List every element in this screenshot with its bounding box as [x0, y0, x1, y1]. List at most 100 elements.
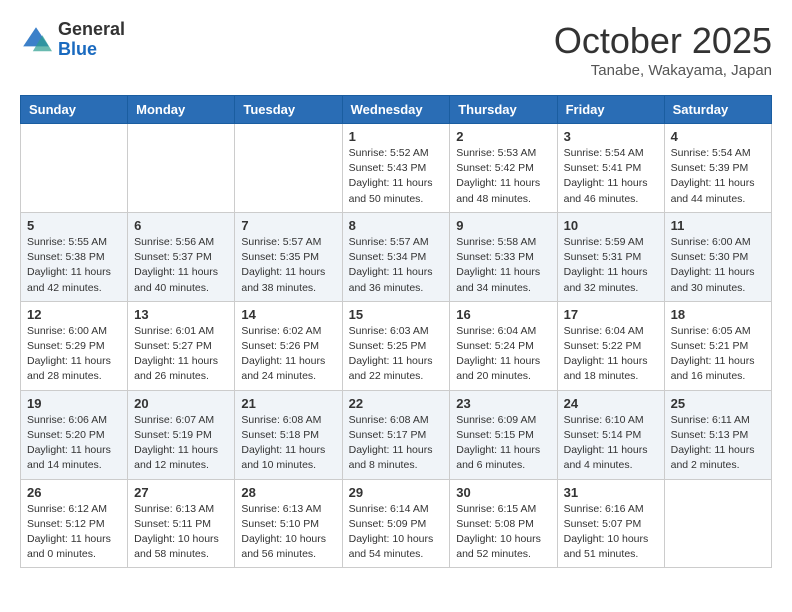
- col-header-saturday: Saturday: [664, 96, 771, 124]
- day-info: Sunrise: 6:09 AMSunset: 5:15 PMDaylight:…: [456, 413, 550, 474]
- calendar-cell: 22 Sunrise: 6:08 AMSunset: 5:17 PMDayligh…: [342, 390, 450, 479]
- calendar-cell: 7 Sunrise: 5:57 AMSunset: 5:35 PMDaylight…: [235, 212, 342, 301]
- day-info: Sunrise: 6:00 AMSunset: 5:30 PMDaylight:…: [671, 235, 765, 296]
- day-number: 29: [349, 485, 444, 500]
- day-info: Sunrise: 5:52 AMSunset: 5:43 PMDaylight:…: [349, 146, 444, 207]
- calendar-cell: 24 Sunrise: 6:10 AMSunset: 5:14 PMDayligh…: [557, 390, 664, 479]
- day-number: 30: [456, 485, 550, 500]
- day-number: 6: [134, 218, 228, 233]
- day-info: Sunrise: 6:13 AMSunset: 5:10 PMDaylight:…: [241, 502, 335, 563]
- calendar-cell: 1 Sunrise: 5:52 AMSunset: 5:43 PMDaylight…: [342, 124, 450, 213]
- col-header-wednesday: Wednesday: [342, 96, 450, 124]
- calendar-week-row: 1 Sunrise: 5:52 AMSunset: 5:43 PMDaylight…: [21, 124, 772, 213]
- calendar-cell: 15Sunrise: 6:03 AMSunset: 5:25 PMDayligh…: [342, 301, 450, 390]
- calendar-cell: 2 Sunrise: 5:53 AMSunset: 5:42 PMDaylight…: [450, 124, 557, 213]
- logo: General Blue: [20, 20, 125, 60]
- day-info: Sunrise: 6:08 AMSunset: 5:18 PMDaylight:…: [241, 413, 335, 474]
- calendar-cell: 10 Sunrise: 5:59 AMSunset: 5:31 PMDayligh…: [557, 212, 664, 301]
- col-header-tuesday: Tuesday: [235, 96, 342, 124]
- calendar-cell: 9 Sunrise: 5:58 AMSunset: 5:33 PMDaylight…: [450, 212, 557, 301]
- calendar-cell: 29 Sunrise: 6:14 AMSunset: 5:09 PMDayligh…: [342, 479, 450, 568]
- day-info: Sunrise: 6:01 AMSunset: 5:27 PMDaylight:…: [134, 324, 228, 385]
- day-info: Sunrise: 6:05 AMSunset: 5:21 PMDaylight:…: [671, 324, 765, 385]
- col-header-monday: Monday: [128, 96, 235, 124]
- day-info: Sunrise: 5:53 AMSunset: 5:42 PMDaylight:…: [456, 146, 550, 207]
- day-number: 25: [671, 396, 765, 411]
- day-info: Sunrise: 5:58 AMSunset: 5:33 PMDaylight:…: [456, 235, 550, 296]
- day-number: 18: [671, 307, 765, 322]
- day-number: 26: [27, 485, 121, 500]
- day-number: 3: [564, 129, 658, 144]
- day-number: 31: [564, 485, 658, 500]
- day-number: 27: [134, 485, 228, 500]
- day-number: 21: [241, 396, 335, 411]
- day-number: 7: [241, 218, 335, 233]
- day-number: 9: [456, 218, 550, 233]
- day-info: Sunrise: 6:14 AMSunset: 5:09 PMDaylight:…: [349, 502, 444, 563]
- day-number: 10: [564, 218, 658, 233]
- title-block: October 2025 Tanabe, Wakayama, Japan: [554, 20, 772, 79]
- day-number: 4: [671, 129, 765, 144]
- day-info: Sunrise: 6:13 AMSunset: 5:11 PMDaylight:…: [134, 502, 228, 563]
- day-info: Sunrise: 5:57 AMSunset: 5:35 PMDaylight:…: [241, 235, 335, 296]
- calendar-cell: 11Sunrise: 6:00 AMSunset: 5:30 PMDayligh…: [664, 212, 771, 301]
- col-header-sunday: Sunday: [21, 96, 128, 124]
- day-number: 17: [564, 307, 658, 322]
- page-header: General Blue October 2025 Tanabe, Wakaya…: [20, 20, 772, 79]
- day-number: 22: [349, 396, 444, 411]
- calendar-cell: 18 Sunrise: 6:05 AMSunset: 5:21 PMDayligh…: [664, 301, 771, 390]
- day-number: 5: [27, 218, 121, 233]
- location: Tanabe, Wakayama, Japan: [554, 62, 772, 79]
- day-info: Sunrise: 6:16 AMSunset: 5:07 PMDaylight:…: [564, 502, 658, 563]
- day-number: 16: [456, 307, 550, 322]
- calendar-cell: [235, 124, 342, 213]
- day-info: Sunrise: 6:02 AMSunset: 5:26 PMDaylight:…: [241, 324, 335, 385]
- logo-blue: Blue: [58, 40, 125, 60]
- calendar-cell: 31 Sunrise: 6:16 AMSunset: 5:07 PMDayligh…: [557, 479, 664, 568]
- logo-general: General: [58, 20, 125, 40]
- calendar-cell: 3Sunrise: 5:54 AMSunset: 5:41 PMDaylight…: [557, 124, 664, 213]
- calendar-cell: 21 Sunrise: 6:08 AMSunset: 5:18 PMDayligh…: [235, 390, 342, 479]
- calendar-cell: 23 Sunrise: 6:09 AMSunset: 5:15 PMDayligh…: [450, 390, 557, 479]
- calendar-cell: 5 Sunrise: 5:55 AMSunset: 5:38 PMDaylight…: [21, 212, 128, 301]
- calendar-table: SundayMondayTuesdayWednesdayThursdayFrid…: [20, 95, 772, 568]
- day-info: Sunrise: 6:11 AMSunset: 5:13 PMDaylight:…: [671, 413, 765, 474]
- day-info: Sunrise: 6:04 AMSunset: 5:22 PMDaylight:…: [564, 324, 658, 385]
- day-info: Sunrise: 6:00 AMSunset: 5:29 PMDaylight:…: [27, 324, 121, 385]
- day-number: 19: [27, 396, 121, 411]
- calendar-cell: 19 Sunrise: 6:06 AMSunset: 5:20 PMDayligh…: [21, 390, 128, 479]
- day-info: Sunrise: 5:55 AMSunset: 5:38 PMDaylight:…: [27, 235, 121, 296]
- calendar-week-row: 5 Sunrise: 5:55 AMSunset: 5:38 PMDaylight…: [21, 212, 772, 301]
- logo-icon: [20, 24, 52, 56]
- calendar-cell: 13 Sunrise: 6:01 AMSunset: 5:27 PMDayligh…: [128, 301, 235, 390]
- col-header-friday: Friday: [557, 96, 664, 124]
- day-number: 8: [349, 218, 444, 233]
- day-number: 24: [564, 396, 658, 411]
- day-info: Sunrise: 5:59 AMSunset: 5:31 PMDaylight:…: [564, 235, 658, 296]
- calendar-cell: 30 Sunrise: 6:15 AMSunset: 5:08 PMDayligh…: [450, 479, 557, 568]
- calendar-week-row: 26Sunrise: 6:12 AMSunset: 5:12 PMDayligh…: [21, 479, 772, 568]
- day-info: Sunrise: 6:08 AMSunset: 5:17 PMDaylight:…: [349, 413, 444, 474]
- day-info: Sunrise: 6:04 AMSunset: 5:24 PMDaylight:…: [456, 324, 550, 385]
- day-number: 1: [349, 129, 444, 144]
- day-number: 13: [134, 307, 228, 322]
- month-title: October 2025: [554, 20, 772, 62]
- calendar-cell: [128, 124, 235, 213]
- day-info: Sunrise: 6:15 AMSunset: 5:08 PMDaylight:…: [456, 502, 550, 563]
- day-number: 23: [456, 396, 550, 411]
- day-info: Sunrise: 6:06 AMSunset: 5:20 PMDaylight:…: [27, 413, 121, 474]
- calendar-cell: 26Sunrise: 6:12 AMSunset: 5:12 PMDayligh…: [21, 479, 128, 568]
- day-info: Sunrise: 6:03 AMSunset: 5:25 PMDaylight:…: [349, 324, 444, 385]
- calendar-cell: 4 Sunrise: 5:54 AMSunset: 5:39 PMDaylight…: [664, 124, 771, 213]
- day-info: Sunrise: 5:54 AMSunset: 5:39 PMDaylight:…: [671, 146, 765, 207]
- calendar-cell: 17 Sunrise: 6:04 AMSunset: 5:22 PMDayligh…: [557, 301, 664, 390]
- calendar-cell: 27 Sunrise: 6:13 AMSunset: 5:11 PMDayligh…: [128, 479, 235, 568]
- day-number: 2: [456, 129, 550, 144]
- day-info: Sunrise: 6:10 AMSunset: 5:14 PMDaylight:…: [564, 413, 658, 474]
- day-info: Sunrise: 5:56 AMSunset: 5:37 PMDaylight:…: [134, 235, 228, 296]
- day-number: 28: [241, 485, 335, 500]
- calendar-header-row: SundayMondayTuesdayWednesdayThursdayFrid…: [21, 96, 772, 124]
- day-number: 12: [27, 307, 121, 322]
- calendar-week-row: 19 Sunrise: 6:06 AMSunset: 5:20 PMDayligh…: [21, 390, 772, 479]
- calendar-cell: 8Sunrise: 5:57 AMSunset: 5:34 PMDaylight…: [342, 212, 450, 301]
